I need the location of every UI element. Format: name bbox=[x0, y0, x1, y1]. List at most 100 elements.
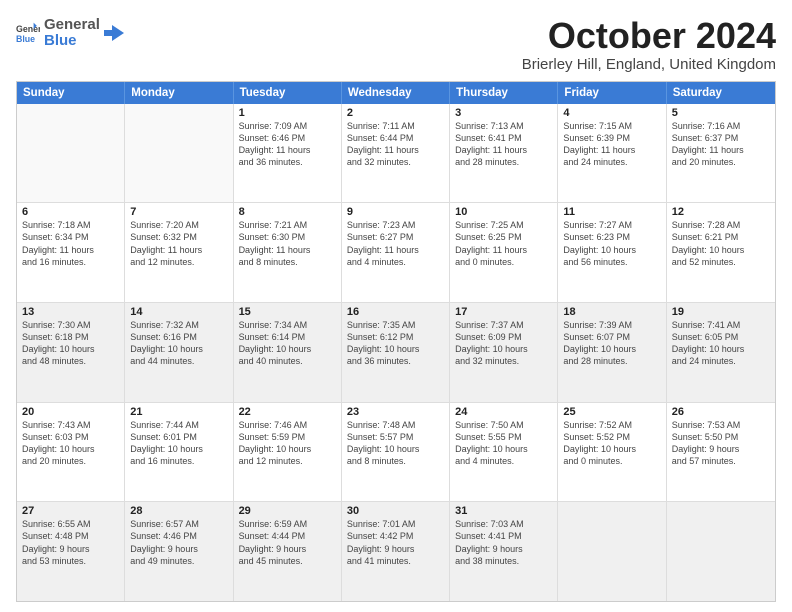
cal-cell-r2-c4: 17Sunrise: 7:37 AM Sunset: 6:09 PM Dayli… bbox=[450, 303, 558, 402]
cal-header-thursday: Thursday bbox=[450, 82, 558, 104]
header: General Blue General Blue October 2024 B… bbox=[16, 16, 776, 73]
day-number: 12 bbox=[672, 206, 770, 218]
cal-cell-r4-c1: 28Sunrise: 6:57 AM Sunset: 4:46 PM Dayli… bbox=[125, 502, 233, 601]
logo: General Blue General Blue bbox=[16, 16, 124, 50]
day-number: 9 bbox=[347, 206, 444, 218]
cal-cell-r4-c2: 29Sunrise: 6:59 AM Sunset: 4:44 PM Dayli… bbox=[234, 502, 342, 601]
day-number: 22 bbox=[239, 406, 336, 418]
day-info: Sunrise: 7:03 AM Sunset: 4:41 PM Dayligh… bbox=[455, 518, 552, 567]
day-number: 13 bbox=[22, 306, 119, 318]
day-number: 21 bbox=[130, 406, 227, 418]
cal-cell-r3-c0: 20Sunrise: 7:43 AM Sunset: 6:03 PM Dayli… bbox=[17, 403, 125, 502]
cal-cell-r3-c2: 22Sunrise: 7:46 AM Sunset: 5:59 PM Dayli… bbox=[234, 403, 342, 502]
cal-cell-r2-c1: 14Sunrise: 7:32 AM Sunset: 6:16 PM Dayli… bbox=[125, 303, 233, 402]
logo-blue: Blue bbox=[44, 32, 100, 50]
cal-cell-r4-c4: 31Sunrise: 7:03 AM Sunset: 4:41 PM Dayli… bbox=[450, 502, 558, 601]
cal-cell-r4-c5 bbox=[558, 502, 666, 601]
day-info: Sunrise: 7:48 AM Sunset: 5:57 PM Dayligh… bbox=[347, 419, 444, 468]
day-info: Sunrise: 7:21 AM Sunset: 6:30 PM Dayligh… bbox=[239, 219, 336, 268]
day-number: 8 bbox=[239, 206, 336, 218]
day-number: 4 bbox=[563, 107, 660, 119]
cal-cell-r0-c1 bbox=[125, 104, 233, 203]
day-number: 28 bbox=[130, 505, 227, 517]
cal-cell-r3-c6: 26Sunrise: 7:53 AM Sunset: 5:50 PM Dayli… bbox=[667, 403, 775, 502]
logo-arrow-icon bbox=[104, 23, 124, 43]
day-info: Sunrise: 7:41 AM Sunset: 6:05 PM Dayligh… bbox=[672, 319, 770, 368]
location-title: Brierley Hill, England, United Kingdom bbox=[522, 56, 776, 73]
day-info: Sunrise: 7:35 AM Sunset: 6:12 PM Dayligh… bbox=[347, 319, 444, 368]
day-number: 3 bbox=[455, 107, 552, 119]
cal-header-friday: Friday bbox=[558, 82, 666, 104]
day-info: Sunrise: 7:01 AM Sunset: 4:42 PM Dayligh… bbox=[347, 518, 444, 567]
day-info: Sunrise: 7:11 AM Sunset: 6:44 PM Dayligh… bbox=[347, 120, 444, 169]
calendar: SundayMondayTuesdayWednesdayThursdayFrid… bbox=[16, 81, 776, 602]
cal-cell-r1-c1: 7Sunrise: 7:20 AM Sunset: 6:32 PM Daylig… bbox=[125, 203, 233, 302]
calendar-header-row: SundayMondayTuesdayWednesdayThursdayFrid… bbox=[17, 82, 775, 104]
day-number: 7 bbox=[130, 206, 227, 218]
cal-cell-r3-c5: 25Sunrise: 7:52 AM Sunset: 5:52 PM Dayli… bbox=[558, 403, 666, 502]
cal-cell-r3-c3: 23Sunrise: 7:48 AM Sunset: 5:57 PM Dayli… bbox=[342, 403, 450, 502]
cal-cell-r0-c4: 3Sunrise: 7:13 AM Sunset: 6:41 PM Daylig… bbox=[450, 104, 558, 203]
day-info: Sunrise: 7:13 AM Sunset: 6:41 PM Dayligh… bbox=[455, 120, 552, 169]
cal-row-1: 6Sunrise: 7:18 AM Sunset: 6:34 PM Daylig… bbox=[17, 203, 775, 303]
cal-cell-r1-c4: 10Sunrise: 7:25 AM Sunset: 6:25 PM Dayli… bbox=[450, 203, 558, 302]
cal-cell-r4-c3: 30Sunrise: 7:01 AM Sunset: 4:42 PM Dayli… bbox=[342, 502, 450, 601]
day-info: Sunrise: 7:50 AM Sunset: 5:55 PM Dayligh… bbox=[455, 419, 552, 468]
cal-cell-r0-c0 bbox=[17, 104, 125, 203]
cal-header-wednesday: Wednesday bbox=[342, 82, 450, 104]
day-info: Sunrise: 7:53 AM Sunset: 5:50 PM Dayligh… bbox=[672, 419, 770, 468]
cal-cell-r2-c0: 13Sunrise: 7:30 AM Sunset: 6:18 PM Dayli… bbox=[17, 303, 125, 402]
cal-cell-r2-c3: 16Sunrise: 7:35 AM Sunset: 6:12 PM Dayli… bbox=[342, 303, 450, 402]
cal-header-saturday: Saturday bbox=[667, 82, 775, 104]
day-info: Sunrise: 7:20 AM Sunset: 6:32 PM Dayligh… bbox=[130, 219, 227, 268]
day-info: Sunrise: 7:46 AM Sunset: 5:59 PM Dayligh… bbox=[239, 419, 336, 468]
day-info: Sunrise: 7:43 AM Sunset: 6:03 PM Dayligh… bbox=[22, 419, 119, 468]
day-number: 24 bbox=[455, 406, 552, 418]
day-number: 15 bbox=[239, 306, 336, 318]
day-info: Sunrise: 7:27 AM Sunset: 6:23 PM Dayligh… bbox=[563, 219, 660, 268]
calendar-body: 1Sunrise: 7:09 AM Sunset: 6:46 PM Daylig… bbox=[17, 104, 775, 601]
day-number: 31 bbox=[455, 505, 552, 517]
day-number: 14 bbox=[130, 306, 227, 318]
cal-row-2: 13Sunrise: 7:30 AM Sunset: 6:18 PM Dayli… bbox=[17, 303, 775, 403]
title-section: October 2024 Brierley Hill, England, Uni… bbox=[522, 16, 776, 73]
cal-cell-r0-c5: 4Sunrise: 7:15 AM Sunset: 6:39 PM Daylig… bbox=[558, 104, 666, 203]
cal-cell-r1-c5: 11Sunrise: 7:27 AM Sunset: 6:23 PM Dayli… bbox=[558, 203, 666, 302]
svg-text:Blue: Blue bbox=[16, 34, 35, 44]
cal-cell-r4-c6 bbox=[667, 502, 775, 601]
cal-header-monday: Monday bbox=[125, 82, 233, 104]
day-info: Sunrise: 6:55 AM Sunset: 4:48 PM Dayligh… bbox=[22, 518, 119, 567]
day-number: 19 bbox=[672, 306, 770, 318]
day-info: Sunrise: 7:39 AM Sunset: 6:07 PM Dayligh… bbox=[563, 319, 660, 368]
cal-cell-r3-c4: 24Sunrise: 7:50 AM Sunset: 5:55 PM Dayli… bbox=[450, 403, 558, 502]
day-number: 11 bbox=[563, 206, 660, 218]
day-number: 5 bbox=[672, 107, 770, 119]
day-number: 26 bbox=[672, 406, 770, 418]
cal-cell-r1-c6: 12Sunrise: 7:28 AM Sunset: 6:21 PM Dayli… bbox=[667, 203, 775, 302]
day-number: 10 bbox=[455, 206, 552, 218]
cal-cell-r2-c5: 18Sunrise: 7:39 AM Sunset: 6:07 PM Dayli… bbox=[558, 303, 666, 402]
cal-cell-r0-c6: 5Sunrise: 7:16 AM Sunset: 6:37 PM Daylig… bbox=[667, 104, 775, 203]
cal-cell-r0-c3: 2Sunrise: 7:11 AM Sunset: 6:44 PM Daylig… bbox=[342, 104, 450, 203]
day-number: 25 bbox=[563, 406, 660, 418]
day-number: 16 bbox=[347, 306, 444, 318]
cal-row-0: 1Sunrise: 7:09 AM Sunset: 6:46 PM Daylig… bbox=[17, 104, 775, 204]
day-number: 27 bbox=[22, 505, 119, 517]
day-info: Sunrise: 7:23 AM Sunset: 6:27 PM Dayligh… bbox=[347, 219, 444, 268]
day-info: Sunrise: 7:30 AM Sunset: 6:18 PM Dayligh… bbox=[22, 319, 119, 368]
cal-header-sunday: Sunday bbox=[17, 82, 125, 104]
cal-cell-r1-c0: 6Sunrise: 7:18 AM Sunset: 6:34 PM Daylig… bbox=[17, 203, 125, 302]
day-number: 2 bbox=[347, 107, 444, 119]
day-info: Sunrise: 7:25 AM Sunset: 6:25 PM Dayligh… bbox=[455, 219, 552, 268]
day-number: 29 bbox=[239, 505, 336, 517]
cal-cell-r1-c2: 8Sunrise: 7:21 AM Sunset: 6:30 PM Daylig… bbox=[234, 203, 342, 302]
logo-icon: General Blue bbox=[16, 21, 40, 45]
day-number: 23 bbox=[347, 406, 444, 418]
day-info: Sunrise: 6:57 AM Sunset: 4:46 PM Dayligh… bbox=[130, 518, 227, 567]
cal-cell-r2-c2: 15Sunrise: 7:34 AM Sunset: 6:14 PM Dayli… bbox=[234, 303, 342, 402]
day-info: Sunrise: 7:52 AM Sunset: 5:52 PM Dayligh… bbox=[563, 419, 660, 468]
month-title: October 2024 bbox=[522, 16, 776, 56]
cal-cell-r2-c6: 19Sunrise: 7:41 AM Sunset: 6:05 PM Dayli… bbox=[667, 303, 775, 402]
page: General Blue General Blue October 2024 B… bbox=[0, 0, 792, 612]
day-info: Sunrise: 7:16 AM Sunset: 6:37 PM Dayligh… bbox=[672, 120, 770, 169]
